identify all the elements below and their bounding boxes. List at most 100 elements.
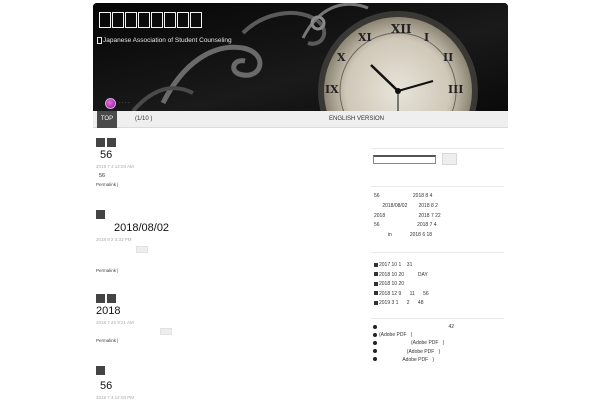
post-date: 2018 7 4 12:03 PM <box>96 395 135 400</box>
site-subtitle-text: Japanese Association of Student Counseli… <box>103 37 232 44</box>
svg-text:I: I <box>424 31 429 44</box>
bullet-square-icon <box>374 291 378 296</box>
sidebar-link[interactable]: 56 2018 8 4 <box>374 193 432 199</box>
category-tag[interactable] <box>96 210 105 219</box>
post-date: 2018 7 22 9:21 AM <box>96 320 134 325</box>
logo-text: · · · · <box>119 100 130 106</box>
post: 2018/08/02 2018 8 2 3:33 PM Permalink | <box>96 210 346 273</box>
missing-glyph-icon <box>138 12 150 28</box>
svg-text:X: X <box>337 51 346 64</box>
sidebar-link[interactable]: 2017 10 1 31 <box>374 262 412 268</box>
svg-text:II: II <box>443 51 453 64</box>
category-tag[interactable] <box>96 366 105 375</box>
sidebar-link-text: 2017 10 1 31 <box>379 262 413 268</box>
sidebar-link-text: (Adobe PDF ) <box>379 340 445 347</box>
sidebar-link-text: 2018 10 20 DAY <box>379 271 428 278</box>
divider <box>371 252 504 253</box>
bullet-dot-icon <box>373 324 377 329</box>
post: 56 2018 7 4 12:03 PM <box>96 366 346 400</box>
bullet-square-icon <box>374 272 378 277</box>
sidebar-link-text: (Adobe PDF ) <box>379 348 441 355</box>
sidebar-link[interactable]: 56 2018 7 4 <box>374 222 437 228</box>
sidebar-link-text: 2019 3 1 2 48 <box>379 300 424 307</box>
permalink[interactable]: Permalink | <box>96 268 346 273</box>
sidebar-link-text: 56 2018 8 4 <box>374 193 433 199</box>
svg-text:XII: XII <box>391 22 412 36</box>
site-subtitle: Japanese Association of Student Counseli… <box>97 37 232 44</box>
sidebar-link[interactable]: in 2018 6 18 <box>374 232 432 238</box>
divider <box>371 318 504 319</box>
svg-text:XI: XI <box>358 31 372 44</box>
permalink[interactable]: Permalink | <box>96 182 346 187</box>
post-categories <box>96 138 346 147</box>
sidebar-link[interactable]: 2018 2018 7 22 <box>374 213 441 219</box>
missing-glyph-icon <box>190 12 202 28</box>
nav-pagination[interactable]: (1/10 ) <box>135 111 152 128</box>
sidebar-link[interactable]: 2018 10 20 DAY <box>374 272 428 278</box>
post-date: 2019 7 4 12:03 AM <box>96 164 134 169</box>
sidebar-link-text: 2018 12 9 11 56 <box>379 290 429 297</box>
main-nav: TOP (1/10 ) ENGLISH VERSION <box>93 111 508 128</box>
post: 56 2019 7 4 12:03 AM 56 Permalink | <box>96 138 346 187</box>
sidebar-link[interactable]: 2018 12 9 11 56 <box>374 291 429 297</box>
missing-glyph-icon <box>97 37 102 44</box>
post-categories <box>96 366 346 375</box>
search-input[interactable] <box>373 155 436 164</box>
sidebar-link[interactable]: (Adobe PDF ) <box>373 332 412 338</box>
missing-glyph-icon <box>125 12 137 28</box>
site-title[interactable] <box>99 12 202 28</box>
sidebar-link-text: 56 2018 7 4 <box>374 222 437 229</box>
sidebar-link-text: 2018/08/02 2018 8 2 <box>374 202 438 209</box>
nav-english-version[interactable]: ENGLISH VERSION <box>329 111 384 128</box>
missing-glyph-icon <box>177 12 189 28</box>
missing-glyph-icon <box>112 12 124 28</box>
category-tag[interactable] <box>107 294 116 303</box>
bullet-dot-icon <box>373 349 377 354</box>
post-categories <box>96 210 346 219</box>
svg-text:IX: IX <box>325 83 339 96</box>
nav-top[interactable]: TOP <box>97 111 117 128</box>
sidebar-link[interactable]: 42 <box>373 324 454 330</box>
post: 2018 2018 7 22 9:21 AM Permalink | <box>96 294 346 343</box>
category-tag[interactable] <box>96 294 105 303</box>
sidebar-link[interactable]: 2019 3 1 2 48 <box>374 300 423 306</box>
sidebar-link[interactable]: (Adobe PDF ) <box>373 349 440 355</box>
post-thumbnail <box>136 246 148 253</box>
sidebar-link-text: (Adobe PDF ) <box>379 332 413 339</box>
category-tag[interactable] <box>96 138 105 147</box>
sidebar-link[interactable]: (Adobe PDF ) <box>373 340 444 346</box>
sidebar-link[interactable]: Adobe PDF ) <box>373 357 434 363</box>
sidebar-link-text: 42 <box>379 324 455 330</box>
search-button[interactable] <box>442 153 457 165</box>
permalink[interactable]: Permalink | <box>96 338 346 343</box>
bullet-square-icon <box>374 281 378 286</box>
page: XII I II XI X IX III Japanese Associatio… <box>0 0 600 400</box>
svg-text:III: III <box>448 83 463 96</box>
sidebar-link-text: 2018 10 20 <box>379 281 405 288</box>
category-tag[interactable] <box>107 138 116 147</box>
header-banner: XII I II XI X IX III Japanese Associatio… <box>93 3 508 111</box>
bullet-dot-icon <box>373 341 377 346</box>
divider <box>371 148 504 149</box>
post-title[interactable]: 56 <box>100 380 346 392</box>
post-categories <box>96 294 346 303</box>
post-thumbnail <box>160 328 172 335</box>
post-title[interactable]: 2018 <box>96 305 346 317</box>
bullet-dot-icon <box>373 332 377 337</box>
missing-glyph-icon <box>99 12 111 28</box>
bullet-dot-icon <box>373 357 377 362</box>
association-logo-icon[interactable] <box>105 98 116 109</box>
bullet-square-icon <box>374 262 378 267</box>
sidebar-link-text: Adobe PDF ) <box>379 356 435 363</box>
post-title[interactable]: 2018/08/02 <box>114 222 346 234</box>
post-date: 2018 8 2 3:33 PM <box>96 237 132 242</box>
divider <box>371 186 504 187</box>
missing-glyph-icon <box>164 12 176 28</box>
post-body: 56 <box>99 173 106 179</box>
sidebar-link[interactable]: 2018/08/02 2018 8 2 <box>374 203 438 209</box>
post-title[interactable]: 56 <box>100 149 346 161</box>
sidebar-link-text: 2018 2018 7 22 <box>374 212 441 219</box>
missing-glyph-icon <box>151 12 163 28</box>
bullet-square-icon <box>374 301 378 306</box>
sidebar-link[interactable]: 2018 10 20 <box>374 281 404 287</box>
